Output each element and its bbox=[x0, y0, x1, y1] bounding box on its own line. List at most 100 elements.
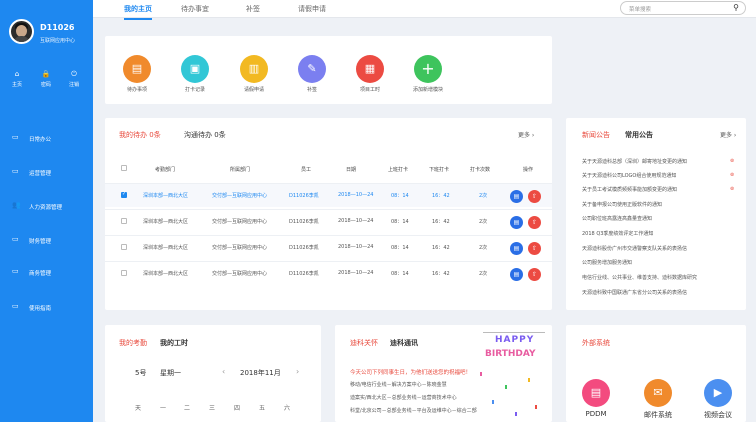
video-conf-link[interactable]: ▶ 视频会议 bbox=[700, 379, 736, 420]
notice-item[interactable]: 天源迪科致中国联通广东省分公司关系的表扬信 bbox=[582, 289, 687, 296]
confetti bbox=[492, 400, 494, 404]
day-label: 5号 bbox=[135, 369, 147, 377]
notice-item[interactable]: 电信行业线、公共事业、维善支持、迪科数据库研究 bbox=[582, 274, 697, 281]
week-label: 天 bbox=[135, 405, 142, 412]
menu-item-hr[interactable]: 👥 人力资源管理 bbox=[0, 199, 93, 213]
people-icon: 👥 bbox=[12, 201, 21, 209]
menu-item-daily-office[interactable]: ▭ 日常办公 bbox=[0, 131, 93, 145]
sidebar: D11026 互联网应用中心 ⌂ 主页 🔒 密码 ⏻ 注销 ▭ 日常办公 ▭ 运营管理 👥… bbox=[0, 0, 93, 422]
birthday-line: 科堂/北京公司－总部业务线－平台及运维中心－综合二部 bbox=[350, 408, 477, 414]
confetti bbox=[528, 378, 530, 382]
birthday-line: 移动/电信行业线－解决方案中心－陈晓金慧 bbox=[350, 382, 447, 388]
table-row[interactable]: 深圳本部—西北大区 交付部—互联网应用中心 D11026李凯 2018—10—2… bbox=[105, 261, 552, 285]
quick-leave[interactable]: ▥ 请假申请 bbox=[237, 55, 271, 93]
mail-system-link[interactable]: ✉ 邮件系统 bbox=[640, 379, 676, 420]
wallet-icon: ▭ bbox=[12, 235, 19, 243]
next-month-icon[interactable]: › bbox=[296, 367, 299, 376]
confetti bbox=[515, 412, 517, 416]
tab-my-todo[interactable]: 我的待办 0条 bbox=[119, 130, 161, 140]
quick-resign[interactable]: ✎ 补签 bbox=[295, 55, 329, 93]
week-label: 二 bbox=[184, 405, 191, 412]
upload-icon[interactable]: ⇧ bbox=[528, 216, 541, 229]
notice-item[interactable]: 关于天源迪科总部（深圳）邮寄地址变更的通知 bbox=[582, 158, 687, 165]
notice-item[interactable]: 关于天源迪科公司LOGO组合使用规范通知 bbox=[582, 172, 676, 179]
mail-icon: ✉ bbox=[644, 379, 672, 407]
password-link[interactable]: 🔒 密码 bbox=[36, 70, 56, 88]
top-nav: ⌂ 主页 🔒 密码 ⏻ 注销 bbox=[0, 70, 93, 94]
upload-icon[interactable]: ⇧ bbox=[528, 190, 541, 203]
tab-common-notice[interactable]: 常用公告 bbox=[625, 130, 653, 140]
birthday-line: 迪案实/西北大区－总部业务线－运营商技术中心 bbox=[350, 395, 457, 401]
external-title: 外部系统 bbox=[582, 339, 610, 347]
lock-icon: 🔒 bbox=[41, 70, 51, 78]
tab-todo[interactable]: 待办事宜 bbox=[181, 4, 209, 14]
todo-more-link[interactable]: 更多 › bbox=[518, 130, 534, 139]
tab-my-hours[interactable]: 我的工时 bbox=[160, 338, 188, 348]
todo-icon: ▤ bbox=[123, 55, 151, 83]
logout-link[interactable]: ⏻ 注销 bbox=[64, 70, 84, 88]
hot-icon: ⊚ bbox=[730, 158, 735, 164]
clock-record-icon: ▣ bbox=[181, 55, 209, 83]
tab-comm-todo[interactable]: 沟通待办 0条 bbox=[184, 130, 226, 140]
tab-resign[interactable]: 补签 bbox=[246, 4, 260, 14]
upload-icon[interactable]: ⇧ bbox=[528, 268, 541, 281]
select-all-checkbox[interactable] bbox=[121, 165, 127, 171]
week-label: 三 bbox=[209, 405, 216, 412]
hot-icon: ⊚ bbox=[730, 172, 735, 178]
search-input[interactable]: 菜单搜索 ⚲ bbox=[620, 1, 746, 15]
notice-item[interactable]: 天源迪科股份广州市交通警察支队关系的表扬信 bbox=[582, 245, 687, 252]
monitor-icon: ▭ bbox=[12, 133, 19, 141]
confetti bbox=[480, 372, 482, 376]
quick-project-hours[interactable]: ▦ 项目工时 bbox=[353, 55, 387, 93]
view-icon[interactable]: ▤ bbox=[510, 216, 523, 229]
week-label: 六 bbox=[284, 405, 291, 412]
upload-icon[interactable]: ⇧ bbox=[528, 242, 541, 255]
user-dept: 互联网应用中心 bbox=[40, 38, 76, 44]
tab-leave[interactable]: 请假申请 bbox=[298, 4, 326, 14]
search-icon[interactable]: ⚲ bbox=[733, 3, 739, 12]
notice-item[interactable]: 公司服务增加服务通知 bbox=[582, 259, 632, 266]
table-row[interactable]: 深圳本部—西北大区 交付部—互联网应用中心 D11026李凯 2018—10—2… bbox=[105, 183, 552, 207]
banner-happy: HAPPY bbox=[495, 335, 535, 345]
notice-item[interactable]: 2018 Q3季度绩效评定工作通知 bbox=[582, 230, 653, 237]
table-row[interactable]: 深圳本部—西北大区 交付部—互联网应用中心 D11026李凯 2018—10—2… bbox=[105, 209, 552, 233]
tab-news[interactable]: 新闻公告 bbox=[582, 130, 610, 140]
row-checkbox[interactable] bbox=[121, 218, 127, 224]
tab-newsletter[interactable]: 迪科通讯 bbox=[390, 338, 418, 348]
week-label: 一 bbox=[160, 405, 167, 412]
notice-item[interactable]: 公司职位班高露连高鑫量查通知 bbox=[582, 215, 652, 222]
quick-add-module[interactable]: + 添加新增模块 bbox=[411, 55, 445, 93]
quick-clock-record[interactable]: ▣ 打卡记录 bbox=[178, 55, 212, 93]
tab-my-attendance[interactable]: 我的考勤 bbox=[119, 338, 147, 348]
view-icon[interactable]: ▤ bbox=[510, 268, 523, 281]
row-checkbox[interactable] bbox=[121, 270, 127, 276]
quick-todo[interactable]: ▤ 待办事项 bbox=[120, 55, 154, 93]
edit-icon: ✎ bbox=[298, 55, 326, 83]
banner-birthday: BIRTHDAY bbox=[485, 349, 536, 359]
table-row[interactable]: 深圳本部—西北大区 交付部—互联网应用中心 D11026李凯 2018—10—2… bbox=[105, 235, 552, 259]
menu-item-operations[interactable]: ▭ 运营管理 bbox=[0, 165, 93, 179]
home-link[interactable]: ⌂ 主页 bbox=[7, 70, 27, 88]
confetti bbox=[535, 405, 537, 409]
pddm-icon: ▤ bbox=[582, 379, 610, 407]
tab-care[interactable]: 迪科关怀 bbox=[350, 338, 378, 348]
menu-item-finance[interactable]: ▭ 财务管理 bbox=[0, 233, 93, 247]
briefcase-icon: ▭ bbox=[12, 267, 19, 275]
pddm-link[interactable]: ▤ PDDM bbox=[582, 379, 610, 418]
prev-month-icon[interactable]: ‹ bbox=[222, 367, 225, 376]
view-icon[interactable]: ▤ bbox=[510, 190, 523, 203]
weekday-label: 星期一 bbox=[160, 369, 181, 377]
row-checkbox[interactable] bbox=[121, 244, 127, 250]
user-avatar[interactable] bbox=[9, 19, 34, 44]
month-label: 2018年11月 bbox=[240, 369, 281, 377]
confetti bbox=[505, 385, 507, 389]
calendar-icon: ▦ bbox=[356, 55, 384, 83]
notice-item[interactable]: 关于备申报公司使用正版软件的通知 bbox=[582, 201, 662, 208]
menu-item-business[interactable]: ▭ 商务管理 bbox=[0, 265, 93, 279]
menu-item-guide[interactable]: ▭ 使用指南 bbox=[0, 300, 93, 314]
notice-more-link[interactable]: 更多 › bbox=[720, 130, 736, 139]
tab-my-home[interactable]: 我的主页 bbox=[124, 4, 152, 20]
row-checkbox[interactable] bbox=[121, 191, 127, 198]
view-icon[interactable]: ▤ bbox=[510, 242, 523, 255]
notice-item[interactable]: 关于员工考试模质频频事能加额变更的通知 bbox=[582, 186, 677, 193]
